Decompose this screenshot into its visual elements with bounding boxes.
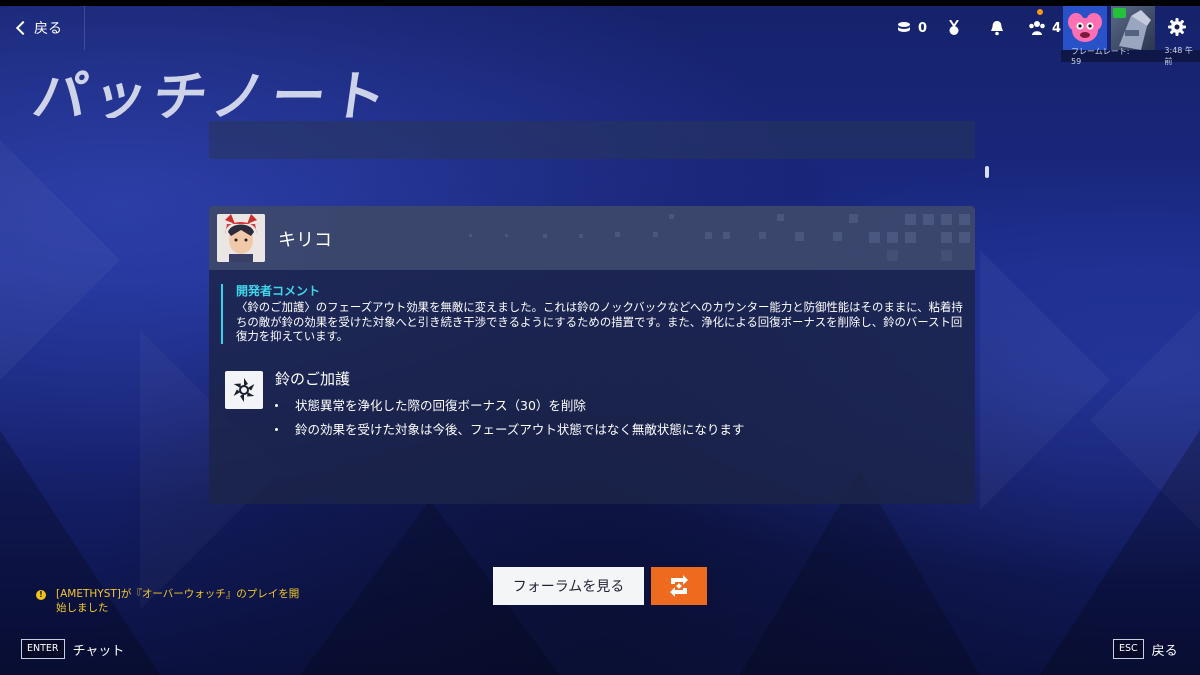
back-label: 戻る	[34, 21, 62, 37]
clock: 3:48 午前	[1164, 46, 1193, 66]
notification: ! [AMETHYST]が『オーバーウォッチ』のプレイを開始しました	[36, 587, 308, 615]
chat-hint[interactable]: ENTER チャット	[21, 639, 124, 659]
refresh-icon	[670, 575, 688, 597]
crown-icon	[1113, 8, 1126, 18]
esc-key: ESC	[1113, 639, 1144, 659]
fps-bar: フレームレート: 59 3:48 午前	[1061, 46, 1200, 66]
notification-text: [AMETHYST]が『オーバーウォッチ』のプレイを開始しました	[56, 588, 300, 614]
career-button[interactable]	[947, 18, 961, 38]
group-count: 4	[1052, 20, 1062, 36]
hero-name: キリコ	[278, 230, 332, 251]
change-item: 鈴の効果を受けた対象は今後、フェーズアウト状態ではなく無敵状態になります	[275, 418, 744, 442]
scrollbar-thumb[interactable]	[985, 166, 989, 178]
chat-label: チャット	[72, 643, 125, 659]
page-title: パッチノート	[30, 66, 397, 118]
previous-card	[209, 121, 975, 159]
notification-dot	[1037, 9, 1043, 15]
ability-changes: 状態異常を浄化した際の回復ボーナス（30）を削除 鈴の効果を受けた対象は今後、フ…	[275, 394, 744, 442]
player-icon	[1068, 13, 1102, 42]
dev-comment-label: 開発者コメント	[236, 284, 321, 298]
group-icon	[1029, 21, 1045, 35]
info-icon: !	[36, 590, 46, 600]
header-pattern	[469, 214, 970, 261]
currency-button[interactable]: 0	[896, 18, 927, 38]
top-bar: 戻る 0 4	[0, 6, 1200, 50]
dev-comment: 開発者コメント 〈鈴のご加護〉のフェーズアウト効果を無敵に変えました。これは鈴の…	[221, 284, 966, 344]
kiriko-portrait-icon	[217, 214, 265, 262]
protection-suzu-icon	[233, 378, 255, 402]
esc-back-hint[interactable]: ESC 戻る	[1113, 639, 1178, 659]
enter-key: ENTER	[21, 639, 65, 659]
refresh-button[interactable]	[651, 567, 707, 605]
back-button[interactable]: 戻る	[14, 16, 62, 40]
player-avatar[interactable]	[1063, 6, 1107, 50]
group-button[interactable]: 4	[1028, 18, 1061, 38]
fps-label: フレームレート: 59	[1071, 47, 1130, 66]
hero-portrait	[217, 214, 265, 262]
bell-icon	[991, 21, 1003, 36]
hero-card-header: キリコ	[209, 206, 975, 270]
view-forum-button[interactable]: フォーラムを見る	[493, 567, 644, 605]
settings-button[interactable]	[1168, 18, 1186, 40]
currency-count: 0	[918, 20, 928, 36]
coins-icon	[898, 22, 910, 32]
gear-icon	[1168, 18, 1186, 36]
change-item: 状態異常を浄化した際の回復ボーナス（30）を削除	[275, 394, 744, 418]
hero-patch-card: キリコ 開発者コメント 〈鈴のご加護〉のフェーズアウト効果を無敵に変えました。こ…	[209, 206, 975, 504]
esc-back-label: 戻る	[1151, 643, 1178, 659]
notifications-button[interactable]	[990, 18, 1004, 38]
chevron-left-icon	[15, 20, 31, 36]
medal-icon	[949, 20, 959, 35]
ability-icon	[225, 371, 263, 409]
divider	[84, 6, 85, 50]
ability-name: 鈴のご加護	[275, 370, 351, 388]
dev-comment-text: 〈鈴のご加護〉のフェーズアウト効果を無敵に変えました。これは鈴のノックバックなど…	[236, 300, 963, 343]
